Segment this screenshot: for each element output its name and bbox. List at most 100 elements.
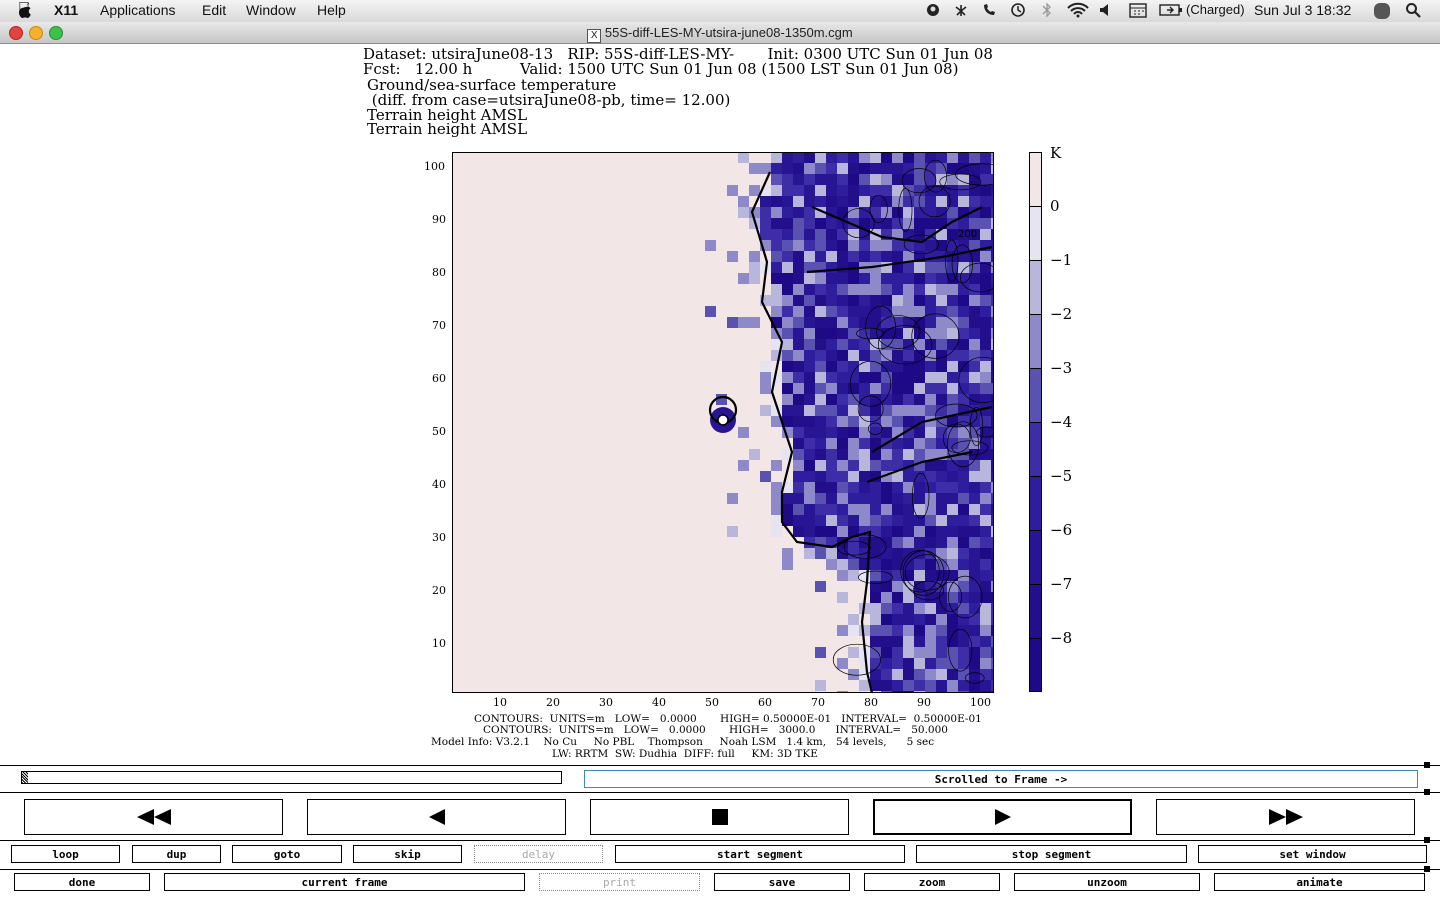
colorbar-label: −6 xyxy=(1050,521,1073,539)
volume-icon[interactable] xyxy=(1099,2,1113,21)
colorbar-label: 0 xyxy=(1050,197,1060,215)
colorbar-label: −3 xyxy=(1050,359,1073,377)
menu-applications[interactable]: Applications xyxy=(100,2,176,18)
y-tick-label: 80 xyxy=(432,266,446,279)
colorbar-swatch xyxy=(1030,423,1041,477)
footer-physics: LW: RRTM SW: Dudhia DIFF: full KM: 3D TK… xyxy=(552,748,818,760)
play-icon xyxy=(994,809,1011,825)
colorbar-swatch xyxy=(1030,477,1041,531)
current-frame-button[interactable]: current frame xyxy=(164,873,525,891)
resize-handle-2[interactable] xyxy=(1424,789,1430,795)
delay-button[interactable]: delay xyxy=(474,845,603,863)
window-title-text: 55S-diff-LES-MY-utsira-june08-1350m.cgm xyxy=(604,25,853,40)
resize-handle-1[interactable] xyxy=(1424,762,1430,768)
x-tick-label: 100 xyxy=(970,696,991,709)
colorbar-swatch xyxy=(1030,315,1041,369)
battery-status: (Charged) xyxy=(1186,2,1245,17)
rewind-button[interactable] xyxy=(24,799,283,835)
monitor-icon[interactable] xyxy=(925,2,941,21)
x-tick-label: 50 xyxy=(705,696,719,709)
zoom-button[interactable]: zoom xyxy=(864,873,1000,891)
goto-button[interactable]: goto xyxy=(232,845,342,863)
colorbar-swatch xyxy=(1030,207,1041,261)
divider-3 xyxy=(0,840,1440,841)
animate-button[interactable]: animate xyxy=(1214,873,1425,891)
fast-backward-icon xyxy=(136,809,171,825)
window-title: X 55S-diff-LES-MY-utsira-june08-1350m.cg… xyxy=(0,25,1440,43)
colorbar-swatch xyxy=(1030,261,1041,315)
y-tick-label: 60 xyxy=(432,372,446,385)
menu-window[interactable]: Window xyxy=(246,2,296,18)
set-window-button[interactable]: set window xyxy=(1198,845,1427,863)
done-button[interactable]: done xyxy=(14,873,150,891)
footer-contours-2: CONTOURS: UNITS=m LOW= 0.0000 HIGH= 3000… xyxy=(483,724,948,736)
stop-button[interactable] xyxy=(590,799,849,835)
x-tick-label: 90 xyxy=(917,696,931,709)
calendar-icon[interactable] xyxy=(1129,2,1147,21)
resize-handle-3[interactable] xyxy=(1424,837,1430,843)
x-tick-label: 70 xyxy=(811,696,825,709)
menubar:  X11 Applications Edit Window Help (Cha… xyxy=(0,0,1440,23)
colorbar-label: −8 xyxy=(1050,629,1073,647)
colorbar-swatch xyxy=(1030,585,1041,639)
apple-logo-icon[interactable] xyxy=(18,1,34,22)
colorbar-label: −2 xyxy=(1050,305,1073,323)
map-plot: 200 xyxy=(452,152,994,693)
resize-handle-4[interactable] xyxy=(1424,866,1430,872)
battery-icon[interactable] xyxy=(1159,2,1183,21)
start-segment-button[interactable]: start segment xyxy=(615,845,905,863)
colorbar xyxy=(1029,152,1042,692)
phone-icon[interactable] xyxy=(981,2,997,21)
dup-button[interactable]: dup xyxy=(132,845,221,863)
print-button[interactable]: print xyxy=(539,873,700,891)
y-tick-label: 50 xyxy=(432,425,446,438)
fast-forward-button[interactable] xyxy=(1156,799,1415,835)
menu-help[interactable]: Help xyxy=(317,2,346,18)
header-line-6: Terrain height AMSL xyxy=(367,120,528,138)
unzoom-button[interactable]: unzoom xyxy=(1014,873,1200,891)
time-machine-icon[interactable] xyxy=(1010,2,1026,21)
step-back-button[interactable] xyxy=(307,799,566,835)
island-center xyxy=(717,414,729,426)
y-tick-label: 10 xyxy=(432,637,446,650)
divider-4 xyxy=(0,869,1440,870)
loop-button[interactable]: loop xyxy=(11,845,120,863)
x-tick-label: 40 xyxy=(652,696,666,709)
colorbar-swatch xyxy=(1030,639,1041,691)
x-tick-label: 60 xyxy=(758,696,772,709)
scrollbar-thumb[interactable] xyxy=(22,772,28,783)
colorbar-unit: K xyxy=(1050,144,1062,162)
colorbar-label: −5 xyxy=(1050,467,1073,485)
app-name[interactable]: X11 xyxy=(54,2,78,18)
footer-model-info: Model Info: V3.2.1 No Cu No PBL Thompson… xyxy=(431,736,935,748)
colorbar-label: −7 xyxy=(1050,575,1073,593)
y-tick-label: 20 xyxy=(432,584,446,597)
x-tick-label: 30 xyxy=(599,696,613,709)
stop-segment-button[interactable]: stop segment xyxy=(916,845,1187,863)
bluetooth-icon[interactable] xyxy=(1041,2,1053,21)
save-button[interactable]: save xyxy=(714,873,850,891)
status-field: Scrolled to Frame -> xyxy=(584,770,1418,788)
skip-button[interactable]: skip xyxy=(353,845,462,863)
x-tick-label: 20 xyxy=(546,696,560,709)
y-tick-label: 70 xyxy=(432,319,446,332)
contour-label: 200 xyxy=(958,229,977,240)
x11-icon: X xyxy=(587,29,602,43)
header-line-2: Fcst: 12.00 h Valid: 1500 UTC Sun 01 Jun… xyxy=(363,60,959,78)
y-tick-label: 30 xyxy=(432,531,446,544)
menubar-clock[interactable]: Sun Jul 3 18:32 xyxy=(1254,2,1351,18)
frame-scrollbar[interactable] xyxy=(21,771,562,784)
colorbar-label: −4 xyxy=(1050,413,1073,431)
step-forward-button[interactable] xyxy=(873,799,1132,835)
menu-edit[interactable]: Edit xyxy=(202,2,226,18)
antenna-icon[interactable] xyxy=(953,2,969,21)
colorbar-swatch xyxy=(1030,369,1041,423)
spotlight-search-icon[interactable] xyxy=(1405,2,1421,21)
wifi-icon[interactable] xyxy=(1067,2,1089,21)
x-tick-label: 10 xyxy=(493,696,507,709)
y-tick-label: 100 xyxy=(424,160,445,173)
user-icon[interactable] xyxy=(1373,2,1391,23)
stop-icon xyxy=(711,809,728,825)
window-titlebar[interactable]: X 55S-diff-LES-MY-utsira-june08-1350m.cg… xyxy=(0,22,1440,44)
colorbar-swatch xyxy=(1030,153,1041,207)
